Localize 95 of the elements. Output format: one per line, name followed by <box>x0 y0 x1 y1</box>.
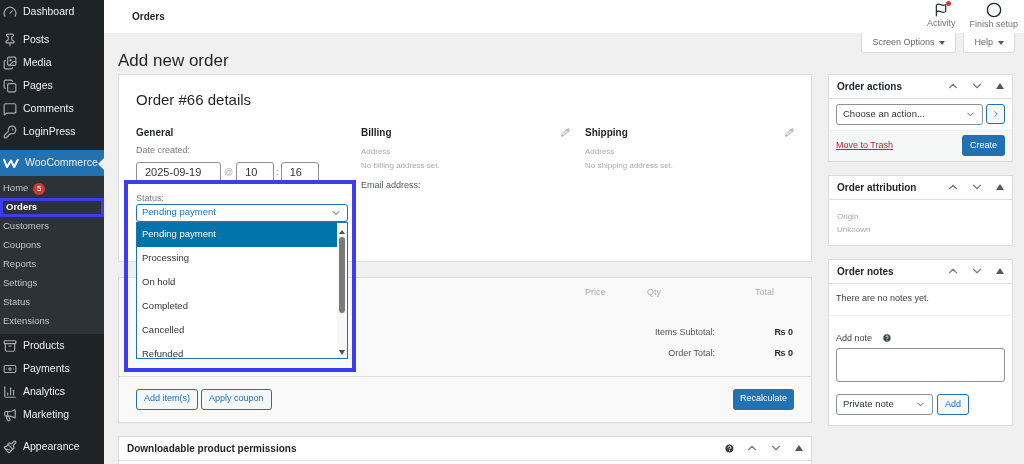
attribution-text: Unknown <box>837 223 872 236</box>
toggle-icon[interactable] <box>996 184 1004 190</box>
field-label: Date created: <box>136 144 192 157</box>
caret-icon <box>939 40 946 45</box>
dropdown-option[interactable]: Refunded <box>137 342 337 358</box>
address-text: No shipping address set. <box>585 160 675 172</box>
images-icon <box>3 55 17 70</box>
bar-chart-icon <box>3 384 17 399</box>
page-title: Add new order <box>118 50 230 72</box>
field-label: Status: <box>136 191 165 204</box>
at-sign: @ <box>224 165 234 179</box>
address-text: Address <box>361 146 392 158</box>
circle-icon <box>985 1 1002 18</box>
column-header: Price <box>585 285 607 299</box>
menu-item[interactable]: Posts <box>0 28 104 51</box>
menu-item[interactable]: LoginPress <box>0 120 104 143</box>
page-heading: Orders <box>132 10 166 24</box>
key-icon <box>3 124 17 139</box>
outline-button[interactable]: Add item(s) <box>136 388 198 410</box>
toggle-icon[interactable] <box>996 268 1004 274</box>
total-label: Order Total: <box>668 347 715 360</box>
speech-bubble-icon <box>3 101 17 116</box>
submenu-item[interactable]: Reports <box>0 255 104 274</box>
dropdown-option[interactable]: Pending payment <box>137 222 337 247</box>
add-note-button[interactable]: Add <box>937 394 969 415</box>
archive-icon <box>3 338 17 353</box>
count-badge: 5 <box>33 182 46 195</box>
paintbrush-icon <box>3 439 17 454</box>
megaphone-icon <box>3 407 17 422</box>
go-button[interactable] <box>986 104 1005 124</box>
total-value: ₨ 0 <box>773 325 793 339</box>
scrollbar[interactable] <box>337 222 347 358</box>
empty-notes-text: There are no notes yet. <box>836 292 930 306</box>
dropdown-option[interactable]: Completed <box>137 294 337 319</box>
section-heading: Billing <box>361 125 392 140</box>
field-label: Email address: <box>361 179 422 192</box>
toggle-icon[interactable] <box>996 83 1004 89</box>
menu-item[interactable]: Payments <box>0 357 104 380</box>
attribution-text: Origin <box>837 210 860 223</box>
menu-item[interactable]: Media <box>0 51 104 74</box>
menu-item[interactable]: Pages <box>0 74 104 97</box>
order-title: Order #66 details <box>136 89 253 110</box>
address-text: Address <box>585 146 616 158</box>
recalculate-button[interactable]: Recalculate <box>732 388 794 410</box>
panel-title: Order notes <box>837 264 895 279</box>
pencil-icon[interactable] <box>561 127 570 137</box>
status-select[interactable]: Pending payment <box>136 203 348 222</box>
panel-title: Order actions <box>837 79 904 94</box>
dropdown-option[interactable]: Cancelled <box>137 318 337 343</box>
outline-button[interactable]: Apply coupon <box>201 388 272 410</box>
gauge-icon <box>3 4 17 19</box>
top-bar-action[interactable]: Activity <box>926 2 956 31</box>
menu-item[interactable]: Appearance <box>0 435 104 458</box>
menu-item[interactable]: Analytics <box>0 380 104 403</box>
help-icon[interactable] <box>882 333 893 344</box>
section-heading: General <box>136 126 175 139</box>
note-type-select[interactable]: Private note <box>836 394 933 415</box>
total-label: Items Subtotal: <box>654 325 715 339</box>
field-label: Add note <box>836 331 873 345</box>
dropdown-option[interactable]: On hold <box>137 270 337 295</box>
flag-icon <box>934 2 949 17</box>
submenu-item[interactable]: Customers <box>0 217 104 236</box>
action-select[interactable]: Choose an action... <box>836 103 983 125</box>
menu-item[interactable]: Dashboard <box>0 0 104 23</box>
time-separator: : <box>276 165 279 179</box>
panel-title: Downloadable product permissions <box>127 441 298 456</box>
total-value: ₨ 0 <box>773 347 793 360</box>
section-heading: Shipping <box>585 125 628 140</box>
submenu-item[interactable]: Coupons <box>0 236 104 255</box>
pages-icon <box>3 78 17 93</box>
address-text: No billing address set. <box>361 160 441 172</box>
top-bar-action[interactable]: Finish setup <box>969 1 1018 32</box>
pencil-icon[interactable] <box>785 127 794 137</box>
screen-tab[interactable]: Screen Options <box>861 33 957 53</box>
w-logo-icon <box>3 157 19 169</box>
submenu-item[interactable]: Settings <box>0 274 104 293</box>
screen-tab[interactable]: Help <box>963 33 1015 53</box>
help-icon[interactable] <box>724 442 735 454</box>
panel-title: Order attribution <box>837 180 918 195</box>
submenu-item[interactable]: Orders <box>0 198 104 217</box>
pin-icon <box>3 32 17 47</box>
column-header: Qty <box>647 285 662 299</box>
toggle-icon[interactable] <box>795 445 803 451</box>
column-header: Total <box>755 285 774 299</box>
caret-icon <box>998 40 1004 45</box>
dropdown-option[interactable]: Processing <box>137 246 337 271</box>
move-to-trash-link[interactable]: Move to Trash <box>836 138 894 153</box>
submenu-item[interactable]: Status <box>0 293 104 312</box>
menu-item[interactable]: Marketing <box>0 403 104 426</box>
create-button[interactable]: Create <box>962 135 1005 156</box>
menu-item[interactable]: WooCommerce <box>0 150 104 176</box>
menu-item[interactable]: Products <box>0 334 104 357</box>
submenu-item[interactable]: Extensions <box>0 312 104 331</box>
menu-item[interactable]: Comments <box>0 97 104 120</box>
submenu-item[interactable]: Home 5 <box>0 179 104 198</box>
